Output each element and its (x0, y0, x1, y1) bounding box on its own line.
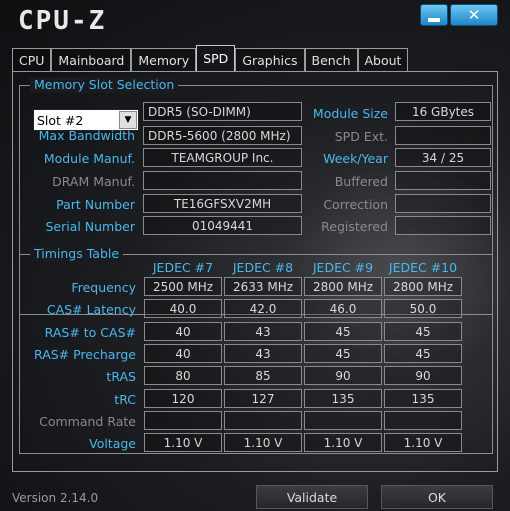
timings-cell: 2800 MHz (384, 277, 462, 296)
tab-bar: CPU Mainboard Memory SPD Graphics Bench … (12, 45, 409, 72)
spd-ext-field (395, 126, 491, 145)
timings-cell: 90 (304, 366, 382, 385)
buffered-label: Buffered (334, 174, 388, 189)
timings-cell: 135 (304, 389, 382, 408)
tab-bench[interactable]: Bench (304, 48, 358, 71)
timings-column-header: JEDEC #10 (388, 260, 458, 275)
timings-row-label: Frequency (71, 280, 136, 295)
correction-label: Correction (323, 197, 388, 212)
registered-field (395, 216, 491, 235)
timings-cell: 40 (144, 344, 222, 363)
tab-graphics[interactable]: Graphics (235, 48, 305, 71)
tab-cpu[interactable]: CPU (12, 48, 52, 71)
timings-row-label: Voltage (89, 436, 136, 451)
tab-about[interactable]: About (357, 48, 409, 71)
minimize-button[interactable] (420, 4, 448, 26)
timings-row-label: Command Rate (39, 414, 136, 429)
timings-cell: 45 (304, 322, 382, 341)
tab-spd[interactable]: SPD (196, 45, 236, 71)
timings-cell: 50.0 (384, 299, 462, 318)
timings-row-label: tRAS (106, 369, 136, 384)
buffered-field (395, 171, 491, 190)
module-manuf-label: Module Manuf. (43, 151, 135, 166)
serial-number-label: Serial Number (45, 219, 135, 234)
close-icon: ✕ (467, 6, 481, 24)
timings-cell: 40 (144, 322, 222, 341)
timings-cell: 120 (144, 389, 222, 408)
chevron-down-icon: ▼ (119, 111, 137, 129)
timings-cell: 2500 MHz (144, 277, 222, 296)
module-manuf-field: TEAMGROUP Inc. (143, 148, 302, 167)
dram-manuf-field (143, 171, 302, 190)
timings-cell: 80 (144, 366, 222, 385)
validate-button[interactable]: Validate (256, 485, 368, 509)
max-bandwidth-field: DDR5-5600 (2800 MHz) (143, 126, 302, 145)
timings-cell: 45 (304, 344, 382, 363)
app-title: CPU-Z (18, 6, 107, 36)
timings-row-label: CAS# Latency (46, 302, 136, 317)
timings-cell: 127 (224, 389, 302, 408)
timings-cell: 90 (384, 366, 462, 385)
timings-cell: 43 (224, 322, 302, 341)
timings-cell: 46.0 (304, 299, 382, 318)
timings-cell: 1.10 V (224, 433, 302, 452)
correction-field (395, 194, 491, 213)
timings-cell: 45 (384, 344, 462, 363)
timings-group: Timings Table JEDEC #7 JEDEC #8 JEDEC #9… (19, 246, 493, 454)
week-year-field: 34 / 25 (395, 148, 491, 167)
timings-row-label: tRC (114, 392, 136, 407)
ok-button[interactable]: OK (381, 485, 493, 509)
tab-memory[interactable]: Memory (131, 48, 197, 71)
cpuz-window: CPU-Z ✕ CPU Mainboard Memory SPD Graphic… (0, 0, 510, 511)
timings-cell (384, 411, 462, 430)
dram-manuf-label: DRAM Manuf. (52, 174, 135, 189)
timings-cell (144, 411, 222, 430)
timings-cell: 1.10 V (304, 433, 382, 452)
tab-mainboard[interactable]: Mainboard (51, 48, 132, 71)
part-number-field: TE16GFSXV2MH (143, 194, 302, 213)
timings-row-label: RAS# to CAS# (44, 325, 136, 340)
close-button[interactable]: ✕ (450, 4, 498, 26)
timings-cell: 40.0 (144, 299, 222, 318)
memory-slot-legend: Memory Slot Selection (30, 77, 179, 93)
timings-cell: 2800 MHz (304, 277, 382, 296)
timings-cell: 1.10 V (144, 433, 222, 452)
timings-cell: 135 (384, 389, 462, 408)
timings-cell (224, 411, 302, 430)
spd-panel: Memory Slot Selection Slot #2 ▼ DDR5 (SO… (12, 71, 498, 472)
slot-select-value: Slot #2 (37, 112, 84, 128)
timings-column-header: JEDEC #9 (312, 260, 374, 275)
timings-cell (304, 411, 382, 430)
spd-ext-label: SPD Ext. (334, 129, 388, 144)
module-size-label: Module Size (312, 106, 388, 121)
version-label: Version 2.14.0 (12, 491, 99, 505)
timings-row-label: RAS# Precharge (34, 347, 136, 362)
registered-label: Registered (321, 219, 388, 234)
part-number-label: Part Number (56, 197, 135, 212)
timings-cell: 2633 MHz (224, 277, 302, 296)
timings-cell: 42.0 (224, 299, 302, 318)
timings-cell: 45 (384, 322, 462, 341)
timings-cell: 43 (224, 344, 302, 363)
timings-column-header: JEDEC #7 (152, 260, 214, 275)
max-bandwidth-label: Max Bandwidth (38, 128, 135, 143)
minimize-icon (428, 17, 440, 22)
timings-cell: 85 (224, 366, 302, 385)
serial-number-field: 01049441 (143, 216, 302, 235)
week-year-label: Week/Year (323, 151, 388, 166)
timings-legend: Timings Table (30, 246, 124, 262)
timings-column-header: JEDEC #8 (232, 260, 294, 275)
timings-cell: 1.10 V (384, 433, 462, 452)
module-size-field: 16 GBytes (395, 102, 491, 121)
memory-type-field: DDR5 (SO-DIMM) (143, 102, 302, 121)
